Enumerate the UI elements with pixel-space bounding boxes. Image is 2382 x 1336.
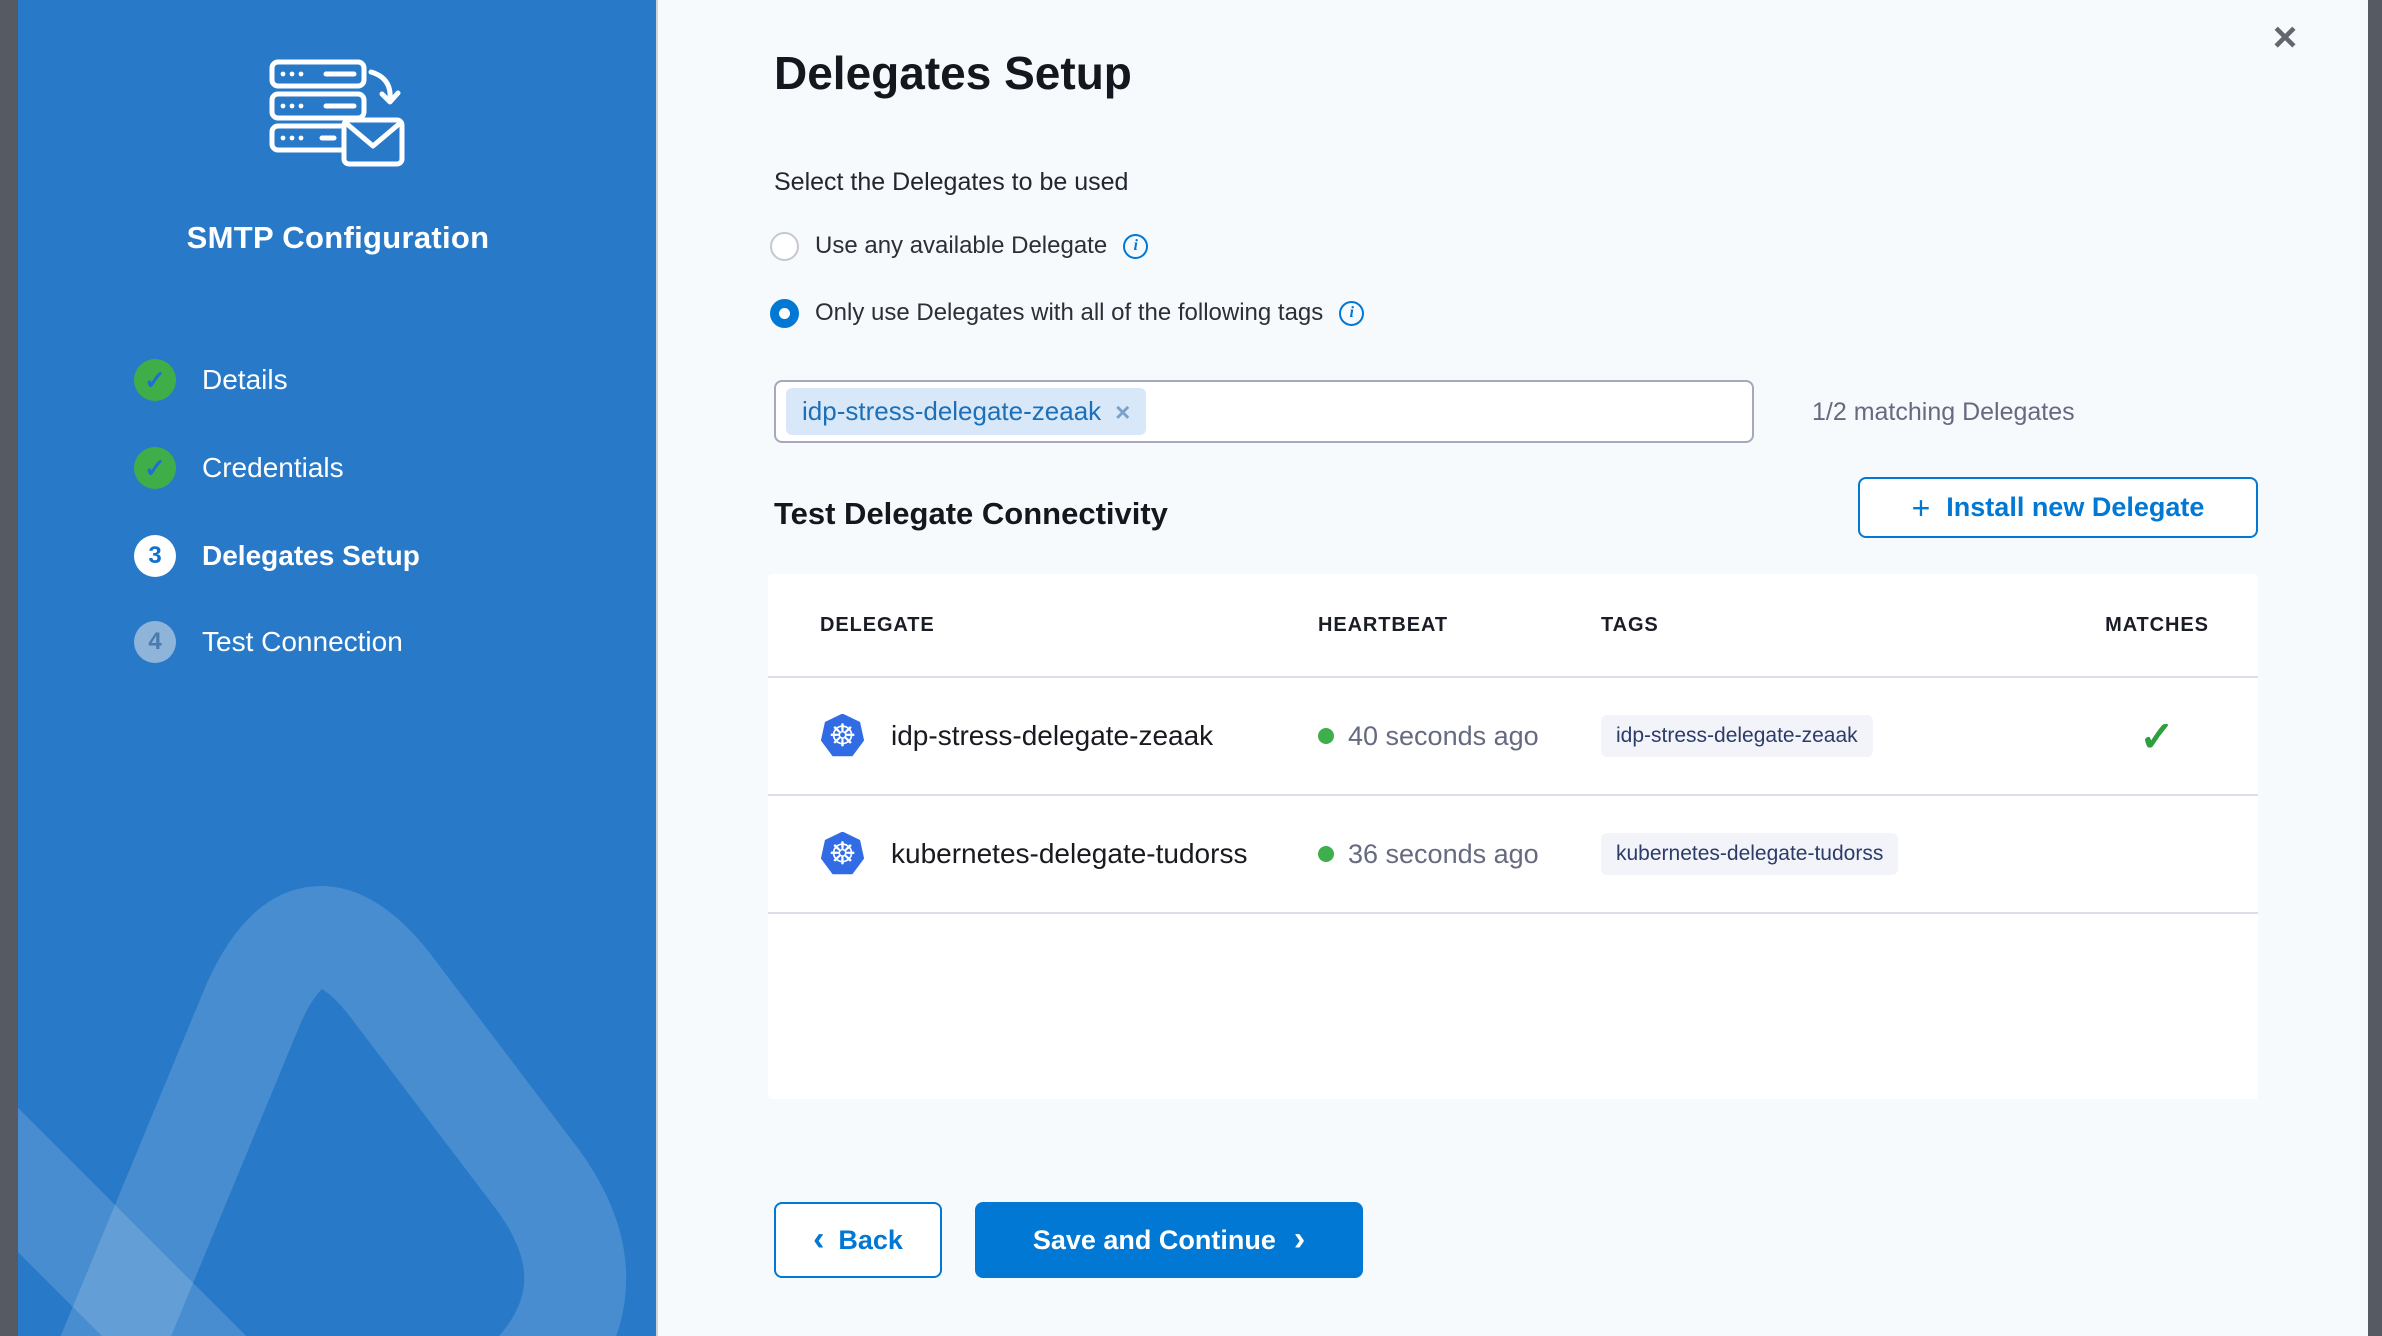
table-header-row: DELEGATE HEARTBEAT TAGS MATCHES bbox=[768, 574, 2258, 678]
column-header-heartbeat: HEARTBEAT bbox=[1318, 614, 1601, 637]
install-new-delegate-button[interactable]: + Install new Delegate bbox=[1858, 477, 2258, 538]
tag-chip: idp-stress-delegate-zeaak × bbox=[786, 388, 1146, 435]
info-icon[interactable]: i bbox=[1339, 301, 1364, 326]
column-header-delegate: DELEGATE bbox=[820, 614, 1318, 637]
table-row[interactable]: ☸ kubernetes-delegate-tudorss 36 seconds… bbox=[768, 796, 2258, 914]
sidebar-item-label: Delegates Setup bbox=[202, 540, 420, 572]
sidebar-item-details[interactable]: ✓ Details bbox=[134, 356, 288, 404]
chevron-left-icon: ‹ bbox=[813, 1222, 824, 1256]
radio-use-any-delegate[interactable]: Use any available Delegate i bbox=[770, 230, 1148, 262]
delegate-tags-input[interactable]: idp-stress-delegate-zeaak × bbox=[774, 380, 1754, 443]
page-title: Delegates Setup bbox=[774, 46, 1132, 100]
tag-chip-label: idp-stress-delegate-zeaak bbox=[802, 396, 1101, 427]
back-button-label: Back bbox=[838, 1225, 903, 1256]
table-row[interactable]: ☸ idp-stress-delegate-zeaak 40 seconds a… bbox=[768, 678, 2258, 796]
plus-icon: + bbox=[1912, 492, 1931, 524]
column-header-matches: MATCHES bbox=[2087, 614, 2227, 637]
wizard-title: SMTP Configuration bbox=[18, 220, 658, 256]
sidebar-item-label: Details bbox=[202, 364, 288, 396]
step-number-badge: 4 bbox=[134, 621, 176, 663]
step-complete-check-icon: ✓ bbox=[134, 447, 176, 489]
delegate-name: kubernetes-delegate-tudorss bbox=[891, 838, 1247, 870]
install-button-label: Install new Delegate bbox=[1946, 492, 2204, 523]
sidebar-item-label: Credentials bbox=[202, 452, 344, 484]
smtp-configuration-dialog: SMTP Configuration ✓ Details ✓ Credentia… bbox=[18, 0, 2368, 1336]
chevron-right-icon: › bbox=[1294, 1222, 1305, 1256]
delegate-name: idp-stress-delegate-zeaak bbox=[891, 720, 1213, 752]
delegate-tag-badge: idp-stress-delegate-zeaak bbox=[1601, 715, 1873, 757]
sidebar-item-label: Test Connection bbox=[202, 626, 403, 658]
heartbeat-status-dot bbox=[1318, 728, 1334, 744]
match-check-icon: ✓ bbox=[2139, 713, 2174, 760]
radio-circle-icon[interactable] bbox=[770, 232, 799, 261]
back-button[interactable]: ‹ Back bbox=[774, 1202, 942, 1278]
harness-logo-watermark bbox=[18, 0, 658, 1336]
radio-circle-selected-icon[interactable] bbox=[770, 299, 799, 328]
column-header-tags: TAGS bbox=[1601, 614, 2087, 637]
step-complete-check-icon: ✓ bbox=[134, 359, 176, 401]
smtp-servers-mail-icon bbox=[268, 58, 408, 170]
delegate-tag-badge: kubernetes-delegate-tudorss bbox=[1601, 833, 1898, 875]
heartbeat-status-dot bbox=[1318, 846, 1334, 862]
radio-label: Use any available Delegate bbox=[815, 232, 1107, 260]
heartbeat-time: 40 seconds ago bbox=[1348, 721, 1539, 752]
wizard-sidebar: SMTP Configuration ✓ Details ✓ Credentia… bbox=[18, 0, 658, 1336]
radio-label: Only use Delegates with all of the follo… bbox=[815, 299, 1323, 327]
matching-delegates-count: 1/2 matching Delegates bbox=[1812, 398, 2075, 427]
step-number-badge: 3 bbox=[134, 535, 176, 577]
close-icon[interactable]: × bbox=[2262, 14, 2308, 60]
sidebar-item-delegates-setup[interactable]: 3 Delegates Setup bbox=[134, 532, 420, 580]
heartbeat-time: 36 seconds ago bbox=[1348, 839, 1539, 870]
save-button-label: Save and Continue bbox=[1033, 1225, 1276, 1256]
kubernetes-icon: ☸ bbox=[820, 714, 865, 759]
sidebar-item-test-connection[interactable]: 4 Test Connection bbox=[134, 618, 403, 666]
delegates-setup-panel: × Delegates Setup Select the Delegates t… bbox=[658, 0, 2368, 1336]
radio-delegates-with-tags[interactable]: Only use Delegates with all of the follo… bbox=[770, 297, 1364, 329]
save-and-continue-button[interactable]: Save and Continue › bbox=[975, 1202, 1363, 1278]
sidebar-item-credentials[interactable]: ✓ Credentials bbox=[134, 444, 344, 492]
remove-tag-icon[interactable]: × bbox=[1115, 399, 1130, 425]
kubernetes-icon: ☸ bbox=[820, 832, 865, 877]
delegates-table: DELEGATE HEARTBEAT TAGS MATCHES ☸ idp-st… bbox=[768, 574, 2258, 1099]
test-connectivity-title: Test Delegate Connectivity bbox=[774, 496, 1168, 532]
info-icon[interactable]: i bbox=[1123, 234, 1148, 259]
select-delegates-label: Select the Delegates to be used bbox=[774, 168, 1128, 197]
